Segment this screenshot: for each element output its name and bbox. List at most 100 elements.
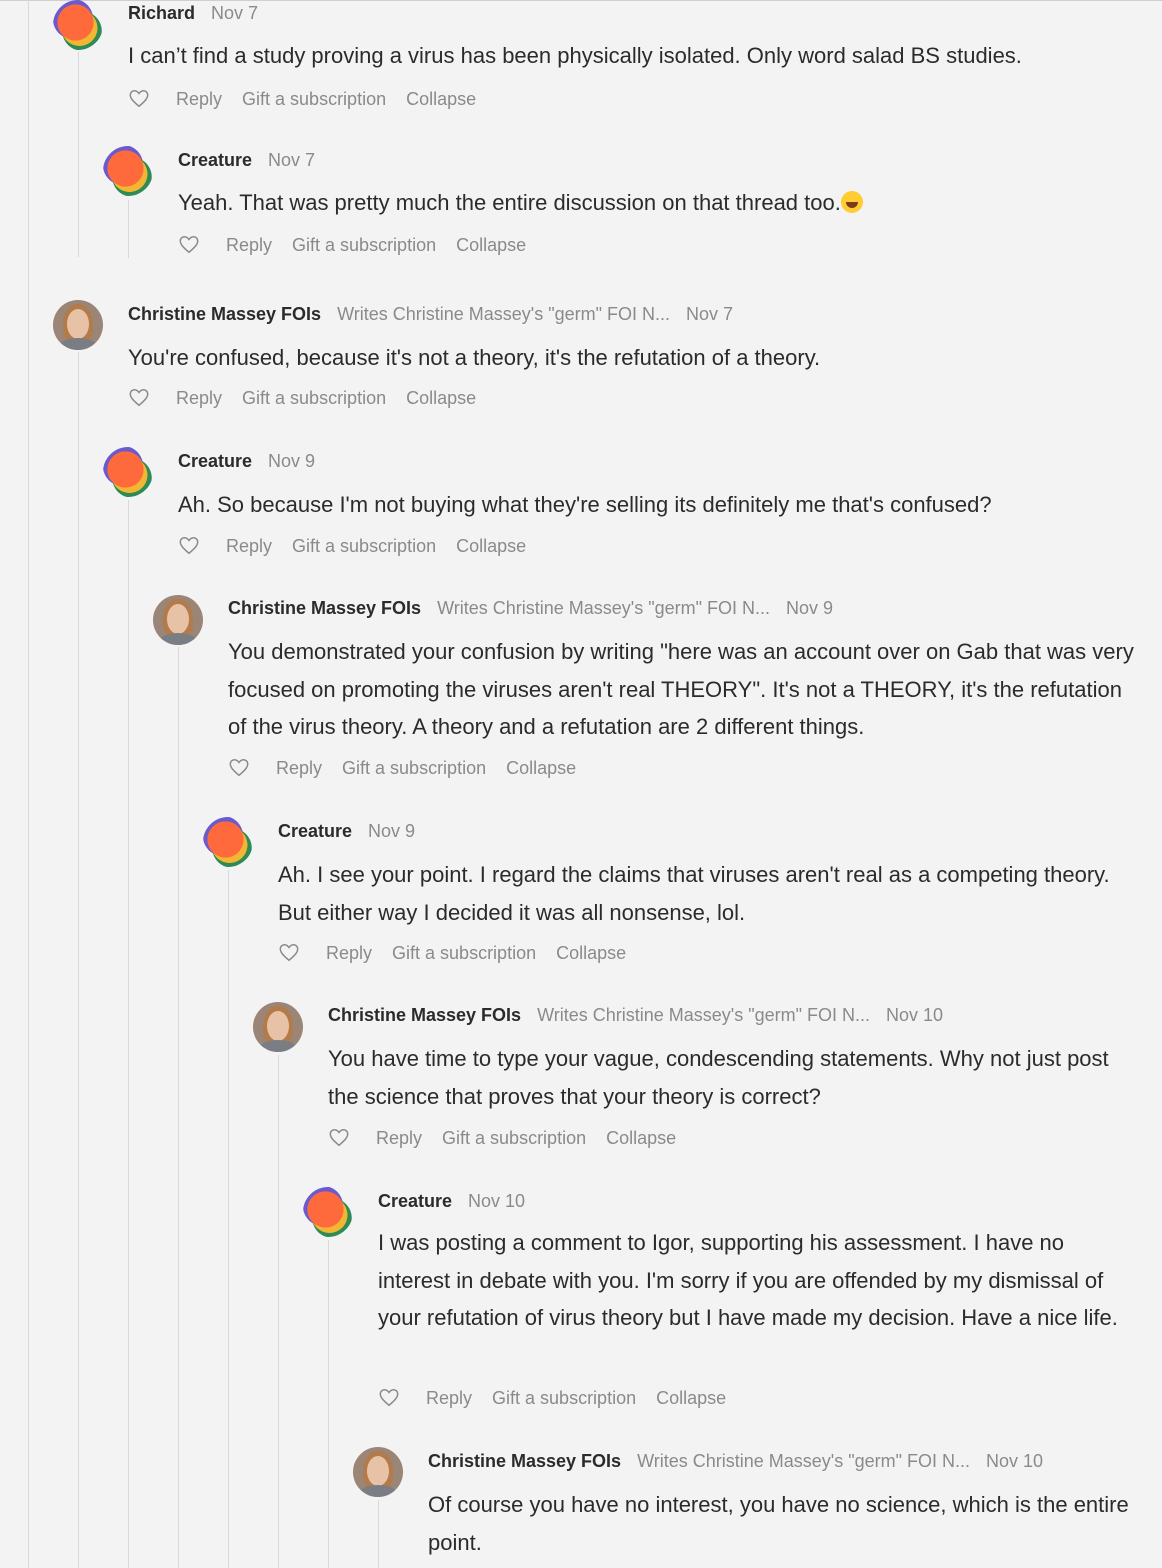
heart-icon[interactable] xyxy=(378,1387,400,1409)
avatar-face xyxy=(167,604,189,634)
author-name[interactable]: Creature xyxy=(278,821,352,841)
comment-header: Christine Massey FOIs Writes Christine Ma… xyxy=(328,1004,943,1026)
comment-actions: Reply Gift a subscription Collapse xyxy=(178,535,546,557)
comment-body: I can’t find a study proving a virus has… xyxy=(128,43,1022,68)
author-byline[interactable]: Writes Christine Massey's "germ" FOI N..… xyxy=(437,597,770,619)
gift-subscription-button[interactable]: Gift a subscription xyxy=(442,1128,586,1149)
comment-actions: Reply Gift a subscription Collapse xyxy=(228,757,596,779)
laughing-emoji-icon xyxy=(840,191,863,213)
avatar[interactable] xyxy=(353,1447,403,1497)
author-name[interactable]: Christine Massey FOIs xyxy=(328,1005,521,1025)
gift-subscription-button[interactable]: Gift a subscription xyxy=(492,1388,636,1409)
comment-date[interactable]: Nov 10 xyxy=(886,1005,943,1025)
comment-date[interactable]: Nov 7 xyxy=(268,150,315,170)
gift-subscription-button[interactable]: Gift a subscription xyxy=(342,758,486,779)
comment-header: Creature Nov 9 xyxy=(178,450,315,472)
avatar[interactable] xyxy=(53,300,103,350)
author-name[interactable]: Christine Massey FOIs xyxy=(128,304,321,324)
comment-header: Christine Massey FOIs Writes Christine Ma… xyxy=(128,303,733,325)
comment-body: Ah. I see your point. I regard the claim… xyxy=(278,862,1110,925)
comment-date[interactable]: Nov 10 xyxy=(986,1451,1043,1471)
avatar[interactable] xyxy=(53,0,103,50)
gift-subscription-button[interactable]: Gift a subscription xyxy=(242,388,386,409)
author-byline[interactable]: Writes Christine Massey's "germ" FOI N..… xyxy=(537,1004,870,1026)
comment-body: You demonstrated your confusion by writi… xyxy=(228,639,1134,739)
comment-date[interactable]: Nov 9 xyxy=(368,821,415,841)
comment-actions: Reply Gift a subscription Collapse xyxy=(128,88,496,110)
avatar[interactable] xyxy=(303,1187,353,1237)
comment: Creature Nov 10 I was posting a comment t… xyxy=(378,1190,1142,1420)
comment-text: Yeah. That was pretty much the entire di… xyxy=(178,190,841,215)
reply-button[interactable]: Reply xyxy=(326,943,372,964)
author-name[interactable]: Creature xyxy=(378,1191,452,1211)
comment-body: You're confused, because it's not a theo… xyxy=(128,345,821,370)
comment-body: Of course you have no interest, you have… xyxy=(428,1492,1129,1555)
heart-icon[interactable] xyxy=(128,387,150,409)
comment: Creature Nov 9 Ah. So because I'm not buy… xyxy=(178,450,1142,560)
gift-subscription-button[interactable]: Gift a subscription xyxy=(292,235,436,256)
collapse-button[interactable]: Collapse xyxy=(606,1128,676,1149)
gift-subscription-button[interactable]: Gift a subscription xyxy=(242,89,386,110)
heart-icon[interactable] xyxy=(128,88,150,110)
comment-header: Christine Massey FOIs Writes Christine Ma… xyxy=(228,597,833,619)
reply-button[interactable]: Reply xyxy=(226,235,272,256)
avatar-face xyxy=(267,1011,289,1041)
comment: Christine Massey FOIs Writes Christine Ma… xyxy=(128,303,1142,413)
comment-date[interactable]: Nov 10 xyxy=(468,1191,525,1211)
comment: Christine Massey FOIs Writes Christine Ma… xyxy=(428,1450,1142,1560)
comment-header: Christine Massey FOIs Writes Christine Ma… xyxy=(428,1450,1043,1472)
comment-date[interactable]: Nov 9 xyxy=(786,598,833,618)
thread-line xyxy=(128,200,129,258)
avatar[interactable] xyxy=(103,447,153,497)
author-name[interactable]: Creature xyxy=(178,451,252,471)
avatar[interactable] xyxy=(103,146,153,196)
thread-line xyxy=(178,647,179,1568)
thread-line xyxy=(278,1055,279,1568)
heart-icon[interactable] xyxy=(228,757,250,779)
author-name[interactable]: Christine Massey FOIs xyxy=(228,598,421,618)
collapse-button[interactable]: Collapse xyxy=(556,943,626,964)
comment-thread: Richard Nov 7 I can’t find a study provin… xyxy=(0,0,1162,1568)
author-byline[interactable]: Writes Christine Massey's "germ" FOI N..… xyxy=(337,303,670,325)
reply-button[interactable]: Reply xyxy=(276,758,322,779)
comment-actions: Reply Gift a subscription Collapse xyxy=(178,234,546,256)
comment-actions: Reply Gift a subscription Collapse xyxy=(128,387,496,409)
comment-date[interactable]: Nov 7 xyxy=(686,304,733,324)
gift-subscription-button[interactable]: Gift a subscription xyxy=(392,943,536,964)
collapse-button[interactable]: Collapse xyxy=(656,1388,726,1409)
heart-icon[interactable] xyxy=(328,1127,350,1149)
collapse-button[interactable]: Collapse xyxy=(406,89,476,110)
thread-line xyxy=(78,352,79,1568)
comment-body: Ah. So because I'm not buying what they'… xyxy=(178,492,992,517)
comment-date[interactable]: Nov 9 xyxy=(268,451,315,471)
heart-icon[interactable] xyxy=(278,942,300,964)
avatar[interactable] xyxy=(253,1002,303,1052)
heart-icon[interactable] xyxy=(178,535,200,557)
gift-subscription-button[interactable]: Gift a subscription xyxy=(292,536,436,557)
author-name[interactable]: Richard xyxy=(128,3,195,23)
thread-line xyxy=(228,870,229,1568)
author-name[interactable]: Creature xyxy=(178,150,252,170)
reply-button[interactable]: Reply xyxy=(176,388,222,409)
reply-button[interactable]: Reply xyxy=(376,1128,422,1149)
collapse-button[interactable]: Collapse xyxy=(456,536,526,557)
reply-button[interactable]: Reply xyxy=(426,1388,472,1409)
thread-line xyxy=(128,500,129,1568)
author-byline[interactable]: Writes Christine Massey's "germ" FOI N..… xyxy=(637,1450,970,1472)
comment-date[interactable]: Nov 7 xyxy=(211,3,258,23)
author-name[interactable]: Christine Massey FOIs xyxy=(428,1451,621,1471)
reply-button[interactable]: Reply xyxy=(176,89,222,110)
comment-body: You have time to type your vague, condes… xyxy=(328,1046,1109,1109)
avatar-shoulders xyxy=(358,1485,398,1497)
avatar[interactable] xyxy=(203,817,253,867)
heart-icon[interactable] xyxy=(178,234,200,256)
collapse-button[interactable]: Collapse xyxy=(456,235,526,256)
avatar[interactable] xyxy=(153,595,203,645)
reply-button[interactable]: Reply xyxy=(226,536,272,557)
collapse-button[interactable]: Collapse xyxy=(406,388,476,409)
thread-line xyxy=(328,1240,329,1568)
comment-body: I was posting a comment to Igor, support… xyxy=(378,1230,1118,1330)
comment: Richard Nov 7 I can’t find a study provin… xyxy=(128,2,1142,112)
collapse-button[interactable]: Collapse xyxy=(506,758,576,779)
comment: Christine Massey FOIs Writes Christine Ma… xyxy=(328,1004,1142,1154)
